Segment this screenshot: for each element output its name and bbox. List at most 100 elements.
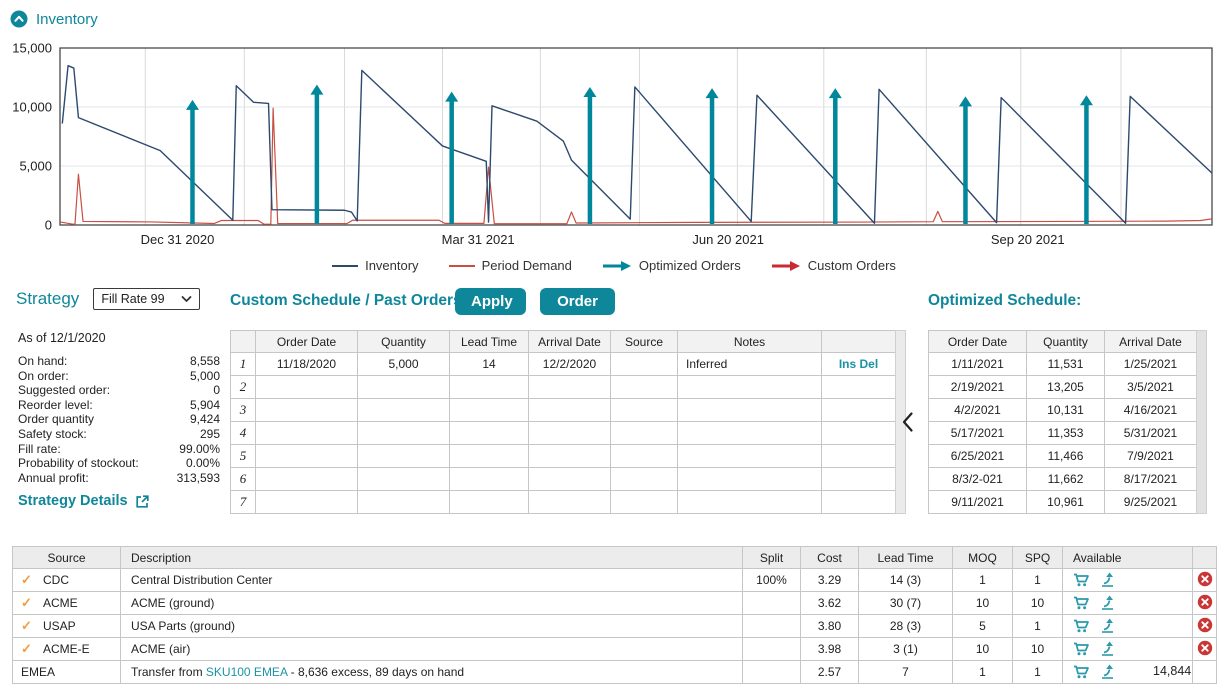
quantity-cell[interactable] [358,422,450,445]
row-actions-cell [822,468,896,491]
notes-cell[interactable] [678,491,822,514]
stat-label: On hand: [18,354,67,369]
expedite-source-button[interactable] [1100,618,1117,634]
delete-source-button[interactable] [1197,617,1213,633]
arrival-date-cell[interactable] [529,468,611,491]
notes-cell[interactable] [678,445,822,468]
lead-time-cell[interactable] [450,399,529,422]
optimized-schedule-scrollbar[interactable] [1196,330,1207,514]
lead-time-cell[interactable] [450,468,529,491]
strategy-dropdown[interactable]: Fill Rate 99 [93,288,200,310]
collapse-icon[interactable] [10,10,28,28]
source-cell[interactable] [611,353,678,376]
insert-row-link[interactable]: Ins [839,357,856,371]
expedite-source-button[interactable] [1100,595,1117,611]
custom-schedule-row: 5 [231,445,896,468]
order-from-source-button[interactable] [1073,641,1090,657]
arrival-date-cell[interactable] [529,445,611,468]
quantity-cell[interactable] [358,468,450,491]
arrival-date-cell[interactable] [529,399,611,422]
sku-transfer-link[interactable]: SKU100 EMEA [206,665,287,679]
row-number: 3 [231,399,256,422]
collapse-left-chevron-icon[interactable] [901,411,914,438]
stat-value: 9,424 [190,412,220,427]
expedite-source-button[interactable] [1100,572,1117,588]
lead-time-cell[interactable] [450,376,529,399]
expedite-source-button[interactable] [1100,641,1117,657]
arrival-date-cell[interactable] [529,376,611,399]
delete-row-link[interactable]: Del [860,357,879,371]
quantity-cell[interactable] [358,376,450,399]
optimized-schedule-cell: 4/2/2021 [929,399,1027,422]
order-button[interactable]: Order [540,288,615,315]
split-cell [743,638,801,661]
quantity-cell[interactable] [358,491,450,514]
available-cell [1063,615,1193,638]
lead-time-cell[interactable] [450,445,529,468]
source-cell[interactable] [611,445,678,468]
delete-cell [1193,661,1217,684]
delete-cell [1193,638,1217,661]
delete-source-icon [1197,617,1213,633]
notes-cell[interactable] [678,422,822,445]
order-date-cell[interactable] [256,376,358,399]
order-date-cell[interactable] [256,491,358,514]
quantity-cell[interactable] [358,445,450,468]
optimized-schedule-row: 1/11/202111,5311/25/2021 [929,353,1197,376]
lead-time-cell[interactable] [450,491,529,514]
cart-icon [1073,641,1090,657]
source-cell[interactable] [611,468,678,491]
order-date-cell[interactable] [256,422,358,445]
notes-cell[interactable] [678,399,822,422]
split-cell: 100% [743,569,801,592]
check-icon: ✓ [21,595,35,611]
order-date-cell[interactable]: 11/18/2020 [256,353,358,376]
arrival-date-cell[interactable] [529,491,611,514]
arrival-date-cell[interactable]: 12/2/2020 [529,353,611,376]
custom-schedule-column-header [822,331,896,353]
optimized-schedule-cell: 7/9/2021 [1105,445,1197,468]
source-cell[interactable] [611,399,678,422]
order-from-source-button[interactable] [1073,664,1090,680]
source-row: ✓ACMEACME (ground)3.6230 (7)1010 [13,592,1217,615]
order-date-cell[interactable] [256,399,358,422]
source-name-cell: ✓ACME [13,592,121,615]
lead-time-cell[interactable] [450,422,529,445]
source-cell[interactable] [611,376,678,399]
row-actions-cell [822,422,896,445]
order-date-cell[interactable] [256,445,358,468]
sources-column-header: SPQ [1013,547,1063,569]
quantity-cell[interactable]: 5,000 [358,353,450,376]
takeoff-arrow-icon [1100,618,1117,634]
notes-cell[interactable] [678,468,822,491]
order-from-source-button[interactable] [1073,618,1090,634]
quantity-cell[interactable] [358,399,450,422]
expedite-source-button[interactable] [1100,664,1117,680]
inventory-section-header[interactable]: Inventory [10,10,98,28]
delete-source-button[interactable] [1197,571,1213,587]
arrival-date-cell[interactable] [529,422,611,445]
sources-column-header: Cost [801,547,859,569]
stat-label: Probability of stockout: [18,456,139,471]
source-cell[interactable] [611,422,678,445]
order-from-source-button[interactable] [1073,595,1090,611]
delete-source-button[interactable] [1197,594,1213,610]
lead-time-cell[interactable]: 14 [450,353,529,376]
sources-column-header: Description [121,547,743,569]
notes-cell[interactable] [678,376,822,399]
order-from-source-button[interactable] [1073,572,1090,588]
strategy-details-link[interactable]: Strategy Details [18,493,150,509]
delete-source-button[interactable] [1197,640,1213,656]
spq-cell: 10 [1013,638,1063,661]
optimized-schedule-cell: 2/19/2021 [929,376,1027,399]
source-cell[interactable] [611,491,678,514]
inventory-line [62,66,1212,224]
order-date-cell[interactable] [256,468,358,491]
description-text: Central Distribution Center [131,573,272,587]
stat-value: 0 [213,383,220,398]
y-axis-tick-label: 5,000 [19,159,52,174]
notes-cell[interactable]: Inferred [678,353,822,376]
apply-button[interactable]: Apply [455,288,526,315]
row-actions-cell: Ins Del [822,353,896,376]
stat-row: Annual profit:313,593 [18,471,220,486]
